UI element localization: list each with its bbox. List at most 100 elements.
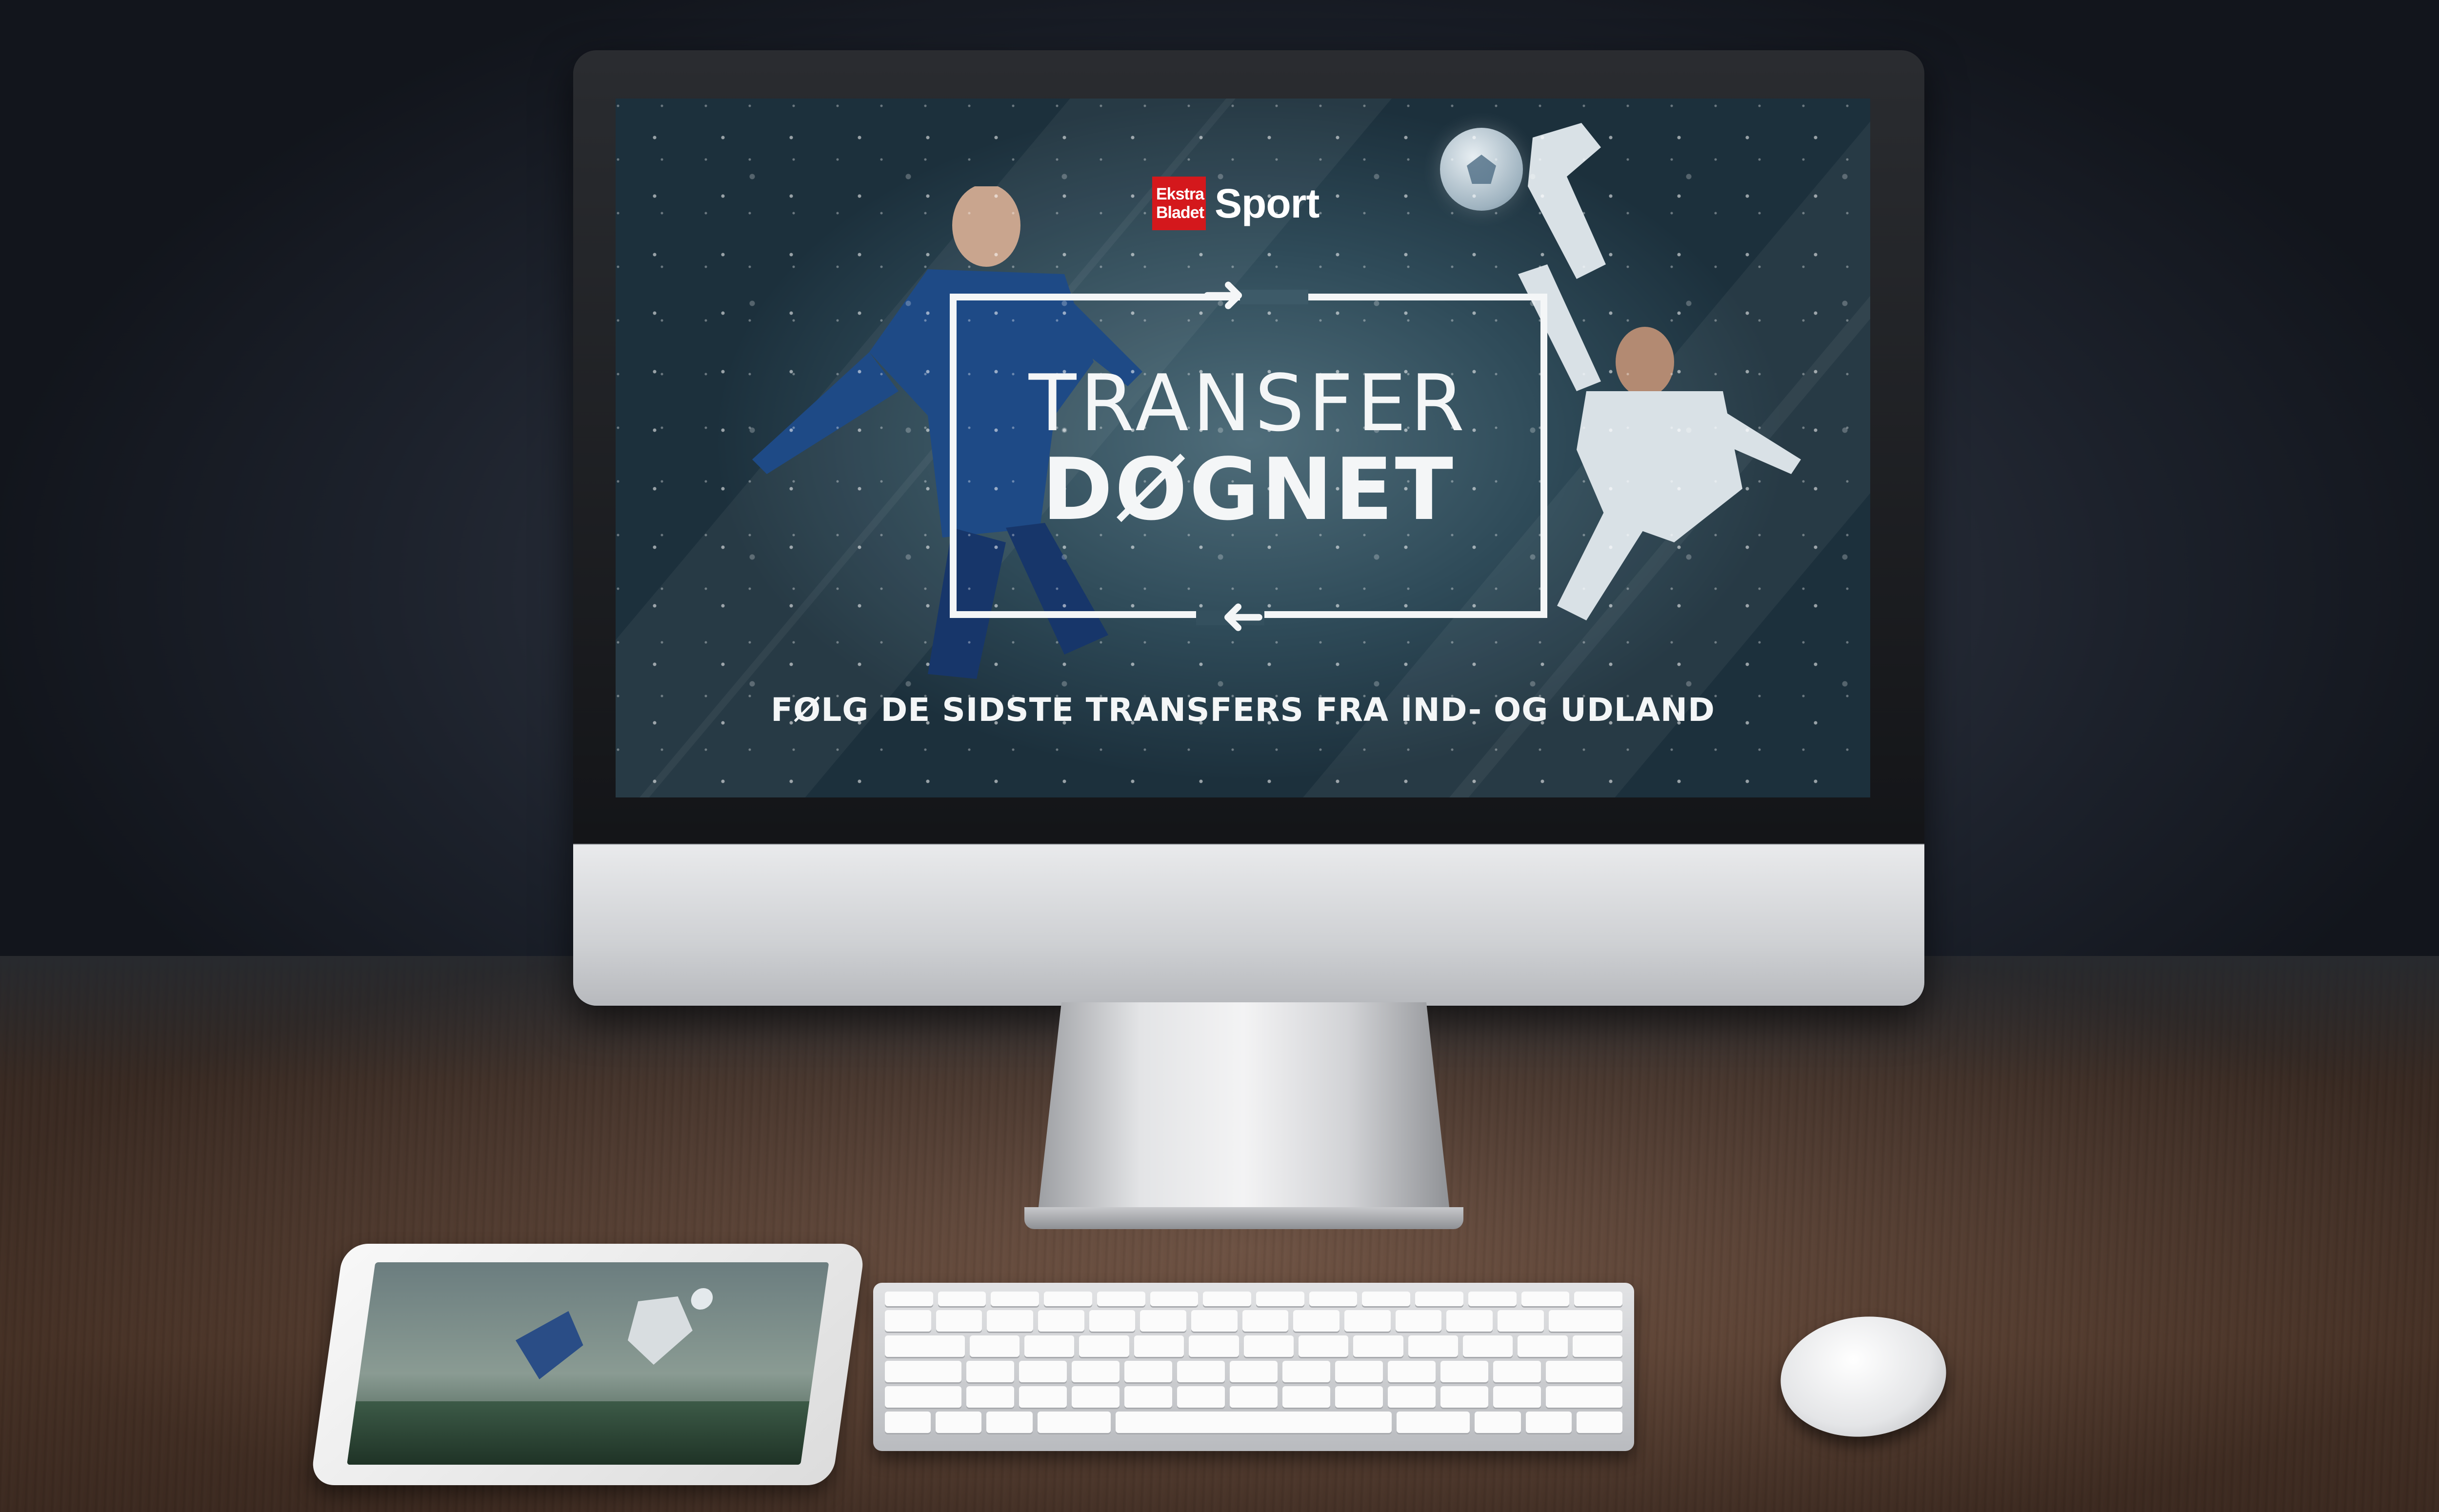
logo-line1: Ekstra bbox=[1156, 185, 1204, 203]
key bbox=[1079, 1335, 1129, 1357]
key bbox=[1362, 1292, 1411, 1306]
key bbox=[1124, 1386, 1172, 1408]
keyboard-row bbox=[885, 1386, 1623, 1408]
key bbox=[1134, 1335, 1184, 1357]
keyboard-row bbox=[885, 1361, 1623, 1382]
key bbox=[938, 1292, 986, 1306]
frame-gap-top bbox=[1240, 290, 1308, 304]
key bbox=[1576, 1412, 1622, 1433]
tablet-screen bbox=[347, 1262, 829, 1465]
key bbox=[1353, 1335, 1403, 1357]
monitor-screen: Ekstra Bladet Sport ➜ ➜ TRANSFER DØGNET … bbox=[616, 99, 1870, 797]
title-dognet: DØGNET bbox=[1041, 440, 1456, 539]
key bbox=[986, 1412, 1033, 1433]
key bbox=[1493, 1361, 1541, 1382]
key bbox=[1097, 1292, 1145, 1306]
key bbox=[1396, 1412, 1470, 1433]
key bbox=[1293, 1310, 1339, 1332]
key bbox=[1335, 1361, 1383, 1382]
key bbox=[1309, 1292, 1358, 1306]
key bbox=[1191, 1310, 1238, 1332]
logo-line2: Bladet bbox=[1156, 203, 1204, 222]
key bbox=[1150, 1292, 1199, 1306]
key bbox=[1335, 1386, 1383, 1408]
key bbox=[1037, 1412, 1111, 1433]
key bbox=[1019, 1386, 1067, 1408]
monitor-stand-base bbox=[1024, 1207, 1463, 1229]
monitor-stand bbox=[1037, 1002, 1451, 1224]
key bbox=[987, 1310, 1033, 1332]
key bbox=[1177, 1361, 1225, 1382]
key bbox=[936, 1310, 982, 1332]
key bbox=[966, 1386, 1014, 1408]
key bbox=[1282, 1361, 1331, 1382]
arrow-right-icon: ➜ bbox=[1201, 262, 1246, 325]
key bbox=[1298, 1335, 1349, 1357]
key bbox=[1440, 1386, 1489, 1408]
key bbox=[966, 1361, 1014, 1382]
key bbox=[936, 1412, 982, 1433]
key bbox=[1548, 1310, 1622, 1332]
key bbox=[1038, 1310, 1084, 1332]
key bbox=[1475, 1412, 1521, 1433]
keyboard-row bbox=[885, 1292, 1623, 1306]
key bbox=[1521, 1292, 1570, 1306]
sport-label: Sport bbox=[1215, 180, 1319, 226]
key bbox=[1282, 1386, 1331, 1408]
tablet-players-image bbox=[515, 1288, 713, 1379]
tablet bbox=[310, 1244, 866, 1485]
key bbox=[1408, 1335, 1458, 1357]
key bbox=[1044, 1292, 1092, 1306]
key bbox=[1024, 1335, 1075, 1357]
key bbox=[1446, 1310, 1493, 1332]
key bbox=[1243, 1335, 1294, 1357]
key bbox=[1089, 1310, 1136, 1332]
keyboard bbox=[873, 1283, 1634, 1451]
key bbox=[885, 1386, 961, 1408]
key bbox=[885, 1335, 965, 1357]
key bbox=[1546, 1386, 1623, 1408]
key bbox=[1463, 1335, 1513, 1357]
key bbox=[885, 1310, 931, 1332]
key bbox=[1140, 1310, 1186, 1332]
key bbox=[1230, 1361, 1278, 1382]
key bbox=[1019, 1361, 1067, 1382]
key bbox=[1468, 1292, 1517, 1306]
key bbox=[969, 1335, 1020, 1357]
keyboard-row bbox=[885, 1310, 1622, 1332]
key bbox=[1388, 1386, 1436, 1408]
monitor-chin bbox=[573, 844, 1924, 1006]
key bbox=[1518, 1335, 1568, 1357]
keyboard-row bbox=[885, 1412, 1622, 1433]
spacebar-key bbox=[1116, 1412, 1392, 1433]
key bbox=[1071, 1386, 1120, 1408]
key bbox=[1497, 1310, 1544, 1332]
key bbox=[1189, 1335, 1239, 1357]
key bbox=[1071, 1361, 1120, 1382]
arrow-left-icon: ➜ bbox=[1220, 584, 1266, 647]
tagline: FØLG DE SIDSTE TRANSFERS FRA IND- OG UDL… bbox=[771, 691, 1715, 729]
key bbox=[1344, 1310, 1391, 1332]
key bbox=[991, 1292, 1040, 1306]
tablet-pitch bbox=[347, 1401, 810, 1465]
key bbox=[1525, 1412, 1572, 1433]
key bbox=[1256, 1292, 1304, 1306]
keyboard-row bbox=[885, 1335, 1623, 1357]
key bbox=[1177, 1386, 1225, 1408]
key bbox=[1230, 1386, 1278, 1408]
key bbox=[1415, 1292, 1463, 1306]
key bbox=[1388, 1361, 1436, 1382]
title-transfer: TRANSFER bbox=[1028, 358, 1469, 449]
key bbox=[1124, 1361, 1172, 1382]
key bbox=[1572, 1335, 1623, 1357]
ekstra-bladet-sport-logo: Ekstra Bladet Sport bbox=[1152, 174, 1319, 233]
key bbox=[1440, 1361, 1489, 1382]
key bbox=[1546, 1361, 1623, 1382]
key bbox=[1203, 1292, 1252, 1306]
ekstra-bladet-logo-box: Ekstra Bladet bbox=[1152, 177, 1206, 230]
key bbox=[1242, 1310, 1289, 1332]
key bbox=[885, 1412, 931, 1433]
key bbox=[1493, 1386, 1541, 1408]
key bbox=[885, 1361, 961, 1382]
key bbox=[1395, 1310, 1442, 1332]
